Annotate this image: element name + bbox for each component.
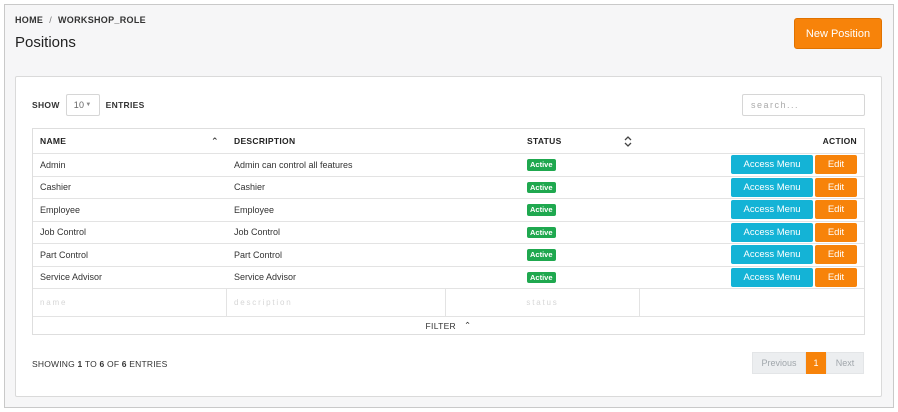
cell-status: Active [527, 199, 556, 221]
cell-status: Active [527, 154, 556, 176]
entries-select[interactable]: 10 ▼ [65, 94, 100, 116]
filter-toggle[interactable]: FILTER ⌃ [33, 317, 864, 334]
filter-row [33, 289, 864, 317]
entries-label: ENTRIES [105, 100, 145, 110]
entries-value: 10 [73, 100, 85, 110]
status-badge: Active [527, 271, 556, 283]
table-row: Service Advisor Service Advisor Active Acce… [33, 267, 864, 289]
status-badge: Active [527, 226, 556, 238]
status-badge: Active [527, 249, 556, 261]
showing-to: 6 [99, 359, 105, 369]
filter-status-input[interactable] [446, 289, 640, 316]
cell-actions: Access Menu Edit [731, 222, 857, 244]
breadcrumb-current: WORKSHOP_ROLE [58, 15, 146, 25]
filter-name-input[interactable] [33, 289, 227, 316]
cell-description: Employee [234, 204, 275, 215]
cell-status: Active [527, 267, 556, 289]
cell-name: Employee [40, 204, 81, 215]
access-menu-button[interactable]: Access Menu [731, 177, 813, 197]
showing-of-word: OF [107, 359, 120, 369]
cell-name: Part Control [40, 249, 89, 260]
status-badge: Active [527, 159, 556, 171]
cell-status: Active [527, 177, 556, 199]
pagination-previous[interactable]: Previous [752, 352, 806, 374]
access-menu-button[interactable]: Access Menu [731, 155, 813, 175]
column-header-action: ACTION [822, 136, 857, 146]
pagination-page-current[interactable]: 1 [806, 352, 826, 374]
showing-to-word: TO [84, 359, 97, 369]
showing-info: SHOWING 1 TO 6 OF 6 ENTRIES [32, 359, 168, 369]
filter-action-cell [640, 289, 864, 316]
cell-actions: Access Menu Edit [731, 199, 857, 221]
edit-button[interactable]: Edit [815, 177, 857, 197]
status-badge: Active [527, 181, 556, 193]
cell-status: Active [527, 222, 556, 244]
cell-actions: Access Menu Edit [731, 154, 857, 176]
table-row: Job Control Job Control Active Access Menu E… [33, 222, 864, 244]
edit-button[interactable]: Edit [815, 245, 857, 265]
table-row: Part Control Part Control Active Access Men… [33, 244, 864, 267]
showing-from: 1 [77, 359, 83, 369]
breadcrumb-separator: / [49, 15, 53, 25]
edit-button[interactable]: Edit [815, 200, 857, 220]
showing-total: 6 [121, 359, 127, 369]
page-title: Positions [15, 34, 76, 51]
column-header-description[interactable]: DESCRIPTION [234, 129, 295, 153]
new-position-button[interactable]: New Position [794, 18, 882, 49]
cell-name: Admin [40, 159, 66, 170]
table-row: Cashier Cashier Active Access Menu Edit [33, 177, 864, 199]
edit-button[interactable]: Edit [815, 267, 857, 287]
table-header: NAME ⌃ DESCRIPTION STATUS ACTION [33, 129, 864, 154]
table-row: Admin Admin can control all features Activ… [33, 154, 864, 177]
chevron-up-icon: ⌃ [464, 320, 472, 330]
cell-name: Job Control [40, 227, 87, 238]
cell-actions: Access Menu Edit [731, 177, 857, 199]
access-menu-button[interactable]: Access Menu [731, 222, 813, 242]
chevron-up-icon[interactable]: ⌃ [211, 129, 219, 153]
positions-card: SHOW 10 ▼ ENTRIES NAME ⌃ DESCRIPTION STA… [15, 76, 882, 397]
app-frame: HOME / WORKSHOP_ROLE Positions New Posit… [4, 4, 894, 408]
filter-description-input[interactable] [227, 289, 446, 316]
sort-both-icon[interactable] [624, 129, 632, 153]
access-menu-button[interactable]: Access Menu [731, 245, 813, 265]
edit-button[interactable]: Edit [815, 155, 857, 175]
cell-description: Admin can control all features [234, 159, 353, 170]
table-row: Employee Employee Active Access Menu Edit [33, 199, 864, 222]
column-header-name[interactable]: NAME [40, 129, 66, 153]
show-label: SHOW [32, 100, 60, 110]
cell-description: Part Control [234, 249, 283, 260]
entries-control: SHOW 10 ▼ ENTRIES [32, 94, 145, 116]
cell-description: Job Control [234, 227, 281, 238]
positions-table: NAME ⌃ DESCRIPTION STATUS ACTION Admin Ad… [32, 128, 865, 335]
cell-actions: Access Menu Edit [731, 244, 857, 266]
column-header-status[interactable]: STATUS [527, 129, 562, 153]
edit-button[interactable]: Edit [815, 222, 857, 242]
search-input[interactable] [742, 94, 865, 116]
breadcrumb-home[interactable]: HOME [15, 15, 43, 25]
access-menu-button[interactable]: Access Menu [731, 200, 813, 220]
showing-prefix: SHOWING [32, 359, 75, 369]
pagination-next[interactable]: Next [826, 352, 864, 374]
filter-label: FILTER [425, 320, 456, 331]
status-badge: Active [527, 204, 556, 216]
cell-actions: Access Menu Edit [731, 267, 857, 289]
cell-description: Cashier [234, 182, 266, 193]
breadcrumb: HOME / WORKSHOP_ROLE [15, 15, 146, 25]
pagination: Previous 1 Next [752, 352, 864, 374]
showing-suffix: ENTRIES [129, 359, 168, 369]
cell-status: Active [527, 244, 556, 266]
cell-description: Service Advisor [234, 272, 297, 283]
cell-name: Service Advisor [40, 272, 103, 283]
caret-down-icon: ▼ [85, 102, 92, 108]
cell-name: Cashier [40, 182, 72, 193]
access-menu-button[interactable]: Access Menu [731, 267, 813, 287]
